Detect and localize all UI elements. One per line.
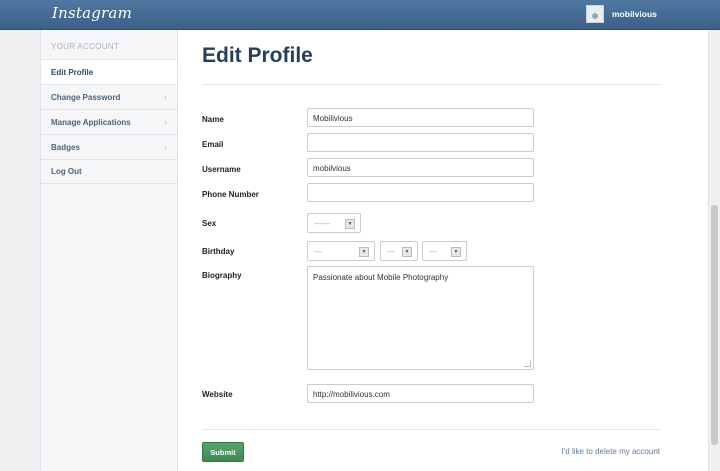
edit-profile-panel: Edit Profile Name Mobilivious Email User… xyxy=(178,30,708,471)
sex-label: Sex xyxy=(202,219,217,228)
biography-label: Biography xyxy=(202,271,242,280)
sidebar-item-label: Manage Applications xyxy=(51,117,131,127)
username-label: Username xyxy=(202,165,241,174)
website-field[interactable]: http://mobilivious.com xyxy=(307,384,534,403)
vertical-scrollbar[interactable] xyxy=(708,30,720,471)
birthday-day-value: — xyxy=(387,247,395,256)
chevron-down-icon: ▼ xyxy=(345,219,355,229)
sidebar-item-edit-profile[interactable]: Edit Profile xyxy=(41,59,177,84)
birthday-year-value: — xyxy=(429,247,437,256)
chevron-right-icon: › xyxy=(164,92,167,102)
chevron-down-icon: ▼ xyxy=(402,247,412,257)
sex-select[interactable]: —— ▼ xyxy=(307,213,361,233)
scrollbar-thumb[interactable] xyxy=(711,205,718,445)
submit-button[interactable]: Submit xyxy=(202,442,244,462)
page-title: Edit Profile xyxy=(202,44,313,67)
divider xyxy=(202,84,660,85)
account-sidebar: YOUR ACCOUNT Edit Profile Change Passwor… xyxy=(40,30,178,471)
username-link[interactable]: mobilvious xyxy=(612,9,657,19)
biography-textarea[interactable]: Passionate about Mobile Photography xyxy=(307,266,534,370)
sidebar-item-label: Log Out xyxy=(51,167,82,176)
sidebar-item-label: Change Password xyxy=(51,92,121,102)
biography-text: Passionate about Mobile Photography xyxy=(313,273,449,282)
website-label: Website xyxy=(202,390,233,399)
birthday-month-value: — xyxy=(314,247,322,256)
resize-handle-icon[interactable] xyxy=(524,360,531,367)
delete-account-link[interactable]: I'd like to delete my account xyxy=(562,447,660,456)
username-field[interactable]: mobilvious xyxy=(307,158,534,177)
instagram-logo[interactable]: Instagram xyxy=(52,4,132,22)
name-field[interactable]: Mobilivious xyxy=(307,108,534,127)
chevron-right-icon: › xyxy=(164,142,167,152)
chevron-down-icon: ▼ xyxy=(359,247,369,257)
sidebar-item-log-out[interactable]: Log Out xyxy=(41,159,177,184)
birthday-year-select[interactable]: — ▼ xyxy=(422,241,467,261)
sidebar-item-label: Badges xyxy=(51,142,80,152)
chevron-down-icon: ▼ xyxy=(451,247,461,257)
user-menu[interactable]: mobilvious xyxy=(586,5,657,23)
chevron-right-icon: › xyxy=(164,117,167,127)
phone-field[interactable] xyxy=(307,183,534,202)
birthday-label: Birthday xyxy=(202,247,235,256)
name-label: Name xyxy=(202,115,224,124)
avatar[interactable] xyxy=(586,5,604,23)
sidebar-item-label: Edit Profile xyxy=(51,67,94,77)
sex-select-value: —— xyxy=(314,219,330,228)
email-label: Email xyxy=(202,140,224,149)
sidebar-item-change-password[interactable]: Change Password › xyxy=(41,84,177,109)
birthday-day-select[interactable]: — ▼ xyxy=(380,241,418,261)
email-field[interactable] xyxy=(307,133,534,152)
phone-label: Phone Number xyxy=(202,190,259,199)
left-gutter xyxy=(0,30,40,471)
sidebar-item-manage-applications[interactable]: Manage Applications › xyxy=(41,109,177,134)
user-icon xyxy=(592,13,598,19)
divider xyxy=(202,429,660,430)
birthday-month-select[interactable]: — ▼ xyxy=(307,241,375,261)
sidebar-item-badges[interactable]: Badges › xyxy=(41,134,177,159)
sidebar-heading: YOUR ACCOUNT xyxy=(51,42,120,51)
top-navigation-bar: Instagram mobilvious xyxy=(0,0,720,30)
